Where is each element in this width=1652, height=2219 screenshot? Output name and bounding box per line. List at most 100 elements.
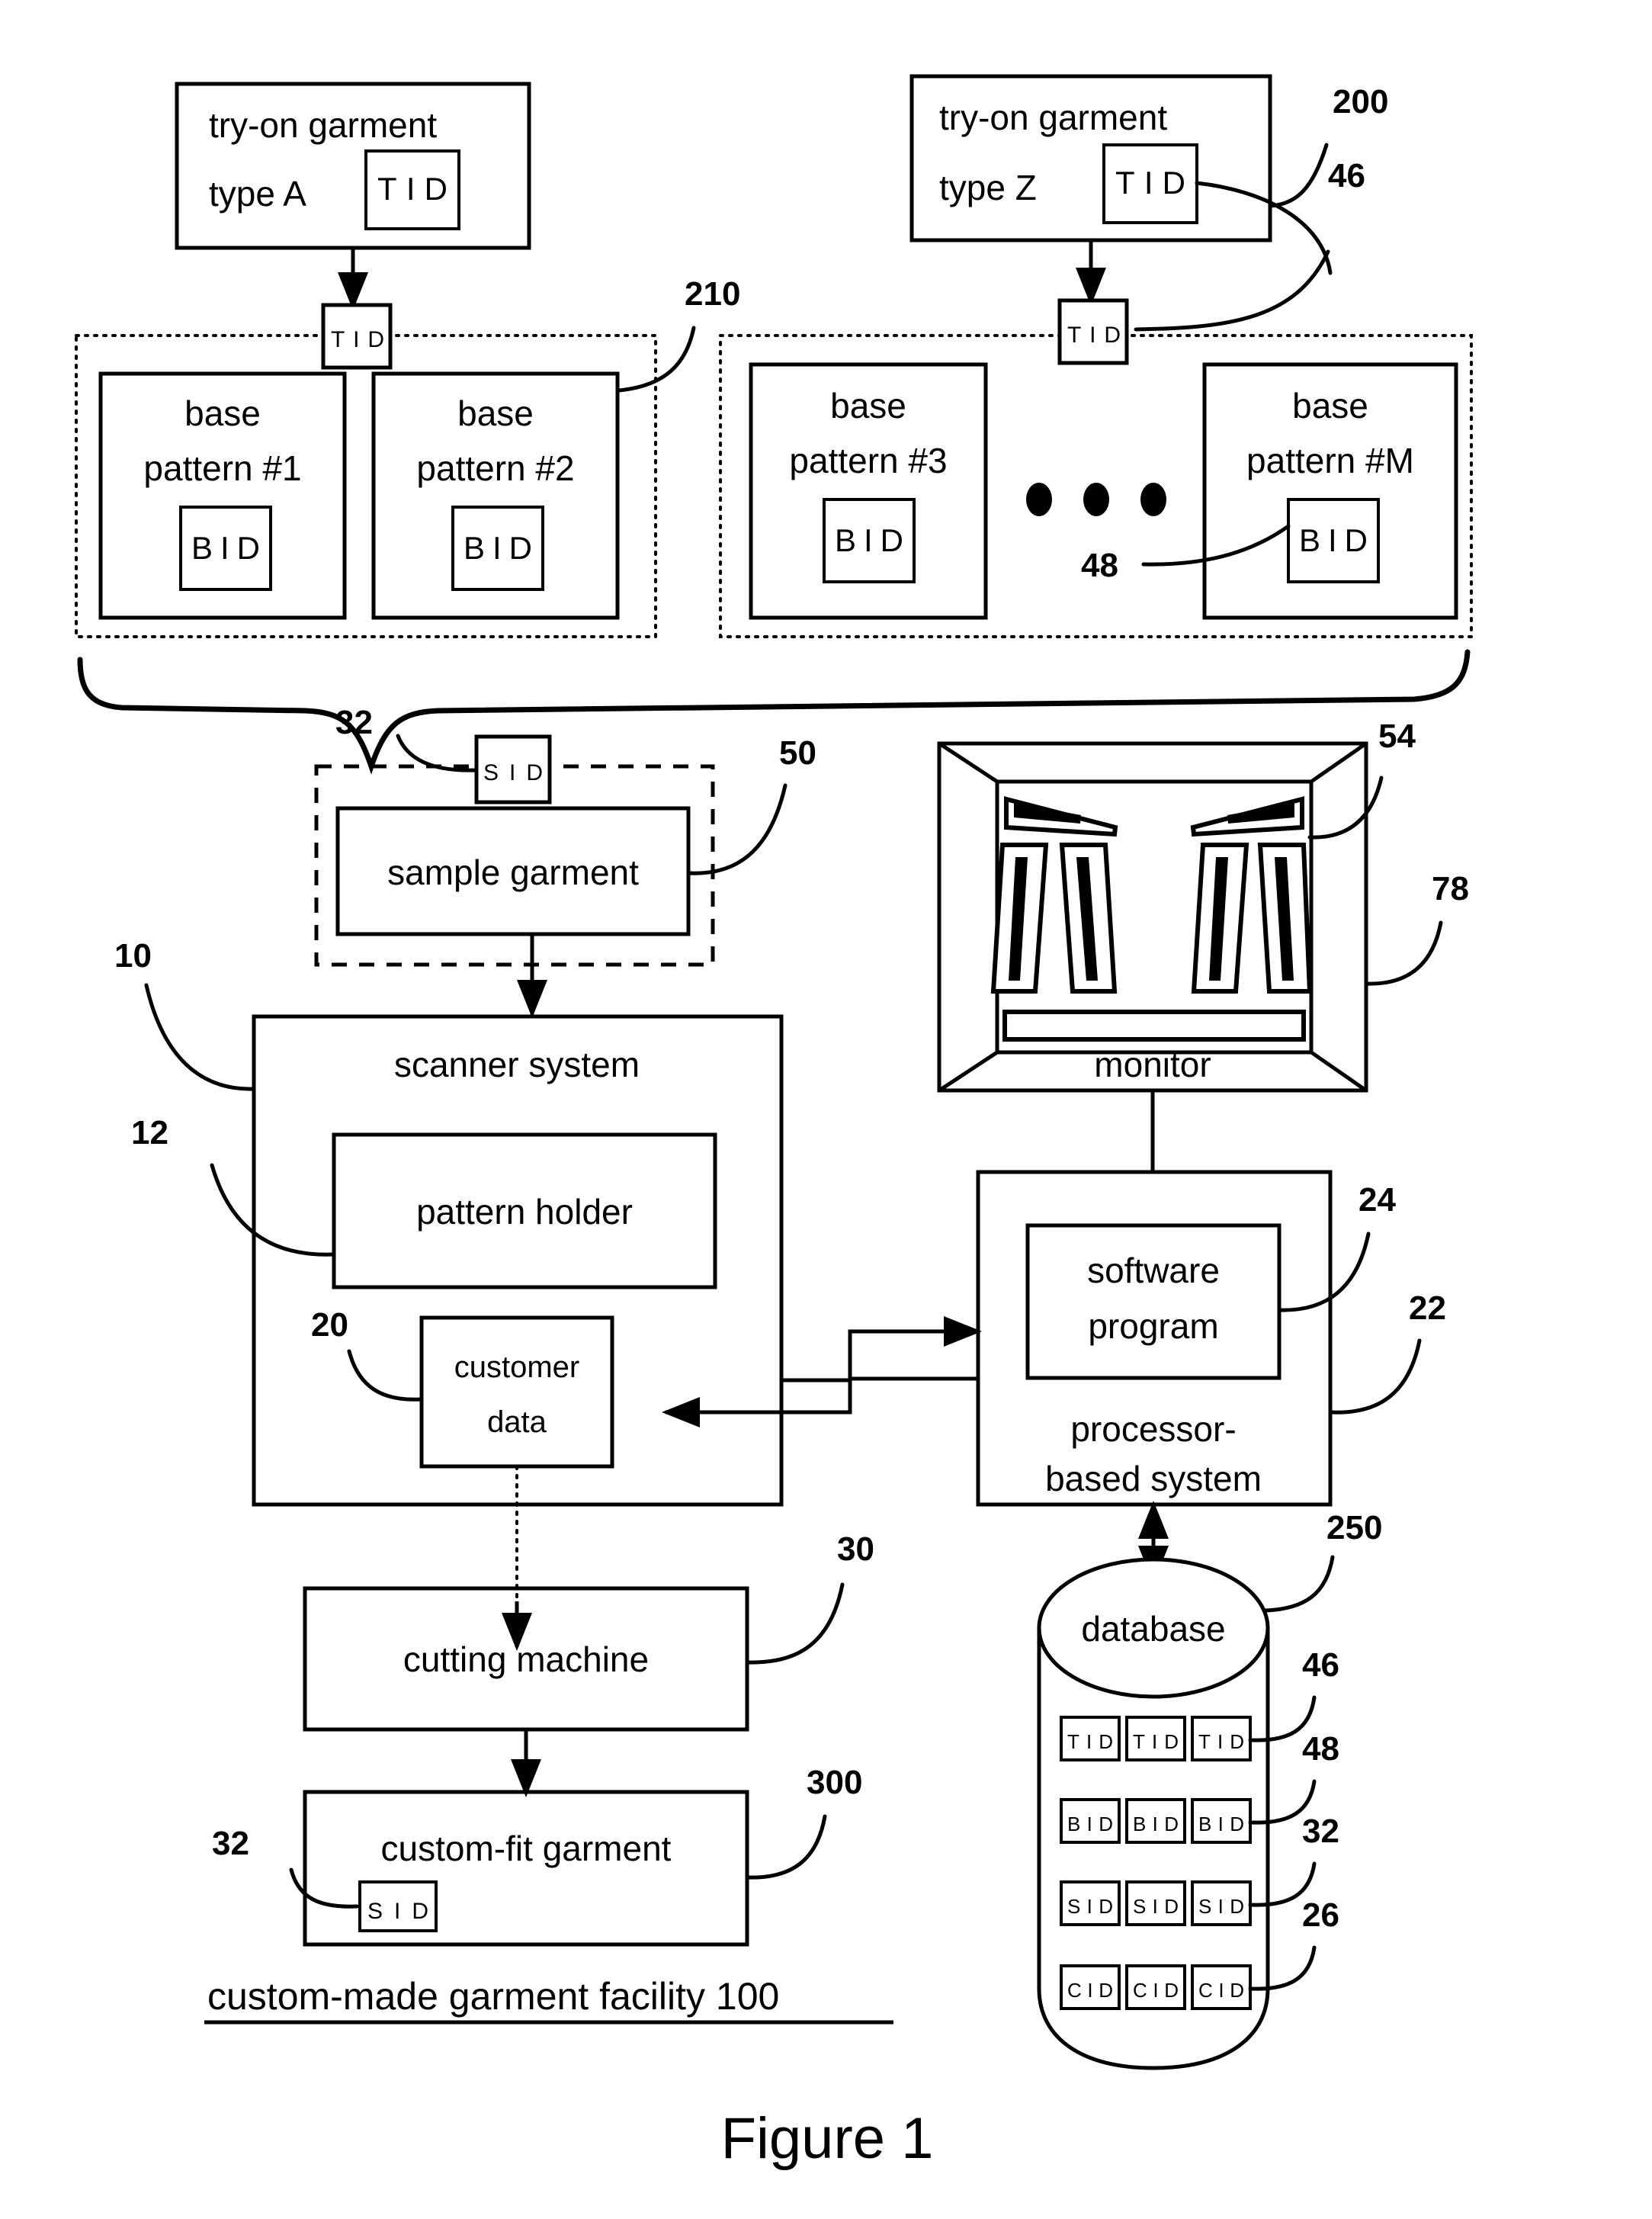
- base-pattern-2-line2: pattern #2: [416, 448, 574, 488]
- ref-10-leader: [144, 983, 256, 1091]
- ref-12-leader: [210, 1163, 336, 1257]
- ref-10-label: 10: [114, 937, 152, 975]
- facility-caption-text: custom-made garment facility 100: [207, 1975, 779, 2018]
- ref-210-label: 210: [685, 275, 740, 313]
- ref-20-leader: [347, 1349, 424, 1402]
- base-pattern-m-line2: pattern #M: [1246, 441, 1414, 480]
- ref-78-label: 78: [1432, 870, 1469, 907]
- cutting-machine-label: cutting machine: [403, 1639, 649, 1679]
- base-pattern-1-bid-label: BID: [191, 530, 260, 566]
- tid-tag-right-label: TID: [1067, 323, 1121, 348]
- ref-50-leader: [686, 783, 788, 875]
- tid-tag-right-group: TID: [1057, 298, 1129, 365]
- database-label: database: [1081, 1609, 1225, 1649]
- try-on-garment-a-tid-label: TID: [377, 171, 447, 207]
- ref-22-leader: [1328, 1338, 1422, 1415]
- pattern-group-1: base pattern #1 BID base pattern #2 BID …: [75, 275, 740, 638]
- ref-30-leader: [745, 1582, 845, 1665]
- customer-data-box: [419, 1315, 614, 1469]
- facility-caption: custom-made garment facility 100: [204, 1975, 893, 2025]
- software-program-box: [1025, 1223, 1282, 1380]
- try-on-garment-z-line1: try-on garment: [939, 98, 1167, 137]
- db-tid-cell-2-label: TID: [1133, 1730, 1179, 1753]
- ref-46-db-label: 46: [1302, 1646, 1339, 1684]
- ref-32-sample-label: 32: [335, 704, 373, 741]
- ref-200-label: 200: [1333, 83, 1388, 120]
- base-pattern-2-line1: base: [457, 393, 534, 433]
- db-sid-cell-1-label: SID: [1067, 1895, 1113, 1918]
- ref-46-label: 46: [1328, 157, 1365, 194]
- customer-data-line2: data: [487, 1405, 547, 1439]
- base-pattern-1-line2: pattern #1: [143, 448, 301, 488]
- sample-garment-label: sample garment: [387, 853, 639, 892]
- base-pattern-m-line1: base: [1292, 386, 1368, 425]
- ref-48-db-label: 48: [1302, 1730, 1339, 1768]
- ref-24-leader: [1277, 1232, 1371, 1312]
- arrow-processor-to-customer-data: [662, 1376, 978, 1427]
- try-on-garment-z-line2: type Z: [939, 168, 1037, 207]
- pattern-holder-label: pattern holder: [416, 1192, 633, 1232]
- ref-250-label: 250: [1326, 1509, 1382, 1546]
- ref-54-label: 54: [1378, 718, 1416, 755]
- db-cid-cell-3-label: CID: [1198, 1979, 1244, 2002]
- tid-tag-left-label: TID: [331, 327, 384, 352]
- try-on-garment-a-line1: try-on garment: [209, 105, 437, 145]
- ref-200-leader: [1268, 143, 1329, 208]
- custom-fit-garment-sid-label: SID: [367, 1899, 428, 1924]
- tid-tag-left-group: TID: [321, 303, 393, 370]
- ref-48-leader: [1141, 524, 1291, 567]
- try-on-garment-a-line2: type A: [209, 174, 306, 214]
- scanner-system-title: scanner system: [394, 1045, 640, 1084]
- pattern-group-2: base pattern #3 BID base pattern #M BID …: [719, 334, 1473, 638]
- ref-22-label: 22: [1409, 1289, 1446, 1327]
- db-tid-cell-3-label: TID: [1198, 1730, 1244, 1753]
- base-pattern-3-line2: pattern #3: [789, 441, 947, 480]
- db-sid-cell-3-label: SID: [1198, 1895, 1244, 1918]
- software-program-line2: program: [1088, 1306, 1218, 1346]
- base-pattern-m-bid-label: BID: [1299, 522, 1368, 558]
- processor-system-line1: processor-: [1070, 1409, 1236, 1449]
- ref-46-leader-upper: [1195, 181, 1333, 275]
- ref-300-label: 300: [807, 1764, 862, 1801]
- cutting-machine: cutting machine 30: [303, 1530, 874, 1732]
- base-pattern-1-line1: base: [184, 393, 261, 433]
- base-pattern-3-line1: base: [830, 386, 906, 425]
- db-cid-cell-2-label: CID: [1133, 1979, 1179, 2002]
- db-sid-cell-2-label: SID: [1133, 1895, 1179, 1918]
- arrow-scanner-to-processor: [781, 1316, 982, 1382]
- ref-12-label: 12: [131, 1114, 168, 1151]
- ref-250-leader: [1263, 1555, 1335, 1613]
- database-cylinder: database TID TID TID 46 BID BID BID 48 S: [1037, 1501, 1382, 2070]
- screen-status-bar: [1002, 1010, 1306, 1042]
- sample-sid-tag-label: SID: [483, 760, 543, 785]
- ref-32-garment-label: 32: [212, 1825, 249, 1862]
- ref-46-leader-lower: [1134, 249, 1330, 332]
- monitor-unit: monitor 54 78: [937, 718, 1469, 1093]
- ref-20-label: 20: [311, 1306, 348, 1344]
- patent-figure-page: try-on garment type A TID try-on garment…: [0, 0, 1652, 2219]
- db-tid-cell-1-label: TID: [1067, 1730, 1113, 1753]
- processor-based-system: software program processor- based system…: [976, 1170, 1446, 1507]
- ref-50-label: 50: [779, 734, 816, 772]
- db-bid-cell-3-label: BID: [1198, 1813, 1244, 1835]
- figure-1-diagram: try-on garment type A TID try-on garment…: [75, 74, 1473, 2171]
- processor-system-line2: based system: [1045, 1459, 1262, 1498]
- db-bid-cell-1-label: BID: [1067, 1813, 1113, 1835]
- ref-26-db-label: 26: [1302, 1896, 1339, 1934]
- base-pattern-3-bid-label: BID: [835, 522, 903, 558]
- scanner-system: scanner system pattern holder customer d…: [114, 937, 784, 1507]
- sample-garment-group: sample garment SID 32 50: [314, 704, 816, 967]
- base-pattern-2-bid-label: BID: [464, 530, 532, 566]
- ref-32-db-label: 32: [1302, 1813, 1339, 1850]
- custom-fit-garment: custom-fit garment SID 300 32: [212, 1764, 862, 1947]
- ref-48-label: 48: [1081, 547, 1118, 584]
- custom-fit-garment-label: custom-fit garment: [381, 1829, 672, 1868]
- try-on-garment-type-a: try-on garment type A TID: [175, 82, 531, 250]
- db-cid-cell-1-label: CID: [1067, 1979, 1113, 2002]
- try-on-garment-type-z: try-on garment type Z TID 200: [909, 74, 1388, 242]
- monitor-label: monitor: [1094, 1045, 1211, 1084]
- ref-32-garment-leader: [289, 1867, 359, 1909]
- ref-30-label: 30: [837, 1530, 874, 1568]
- customer-data-line1: customer: [454, 1350, 580, 1384]
- ref-78-leader: [1364, 920, 1443, 986]
